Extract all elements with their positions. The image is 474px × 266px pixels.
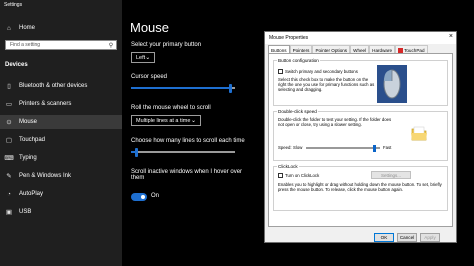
touchpad-icon: ▢ xyxy=(5,137,13,144)
nav-item-label: Typing xyxy=(19,155,37,161)
nav-item-label: AutoPlay xyxy=(19,191,44,197)
group-title: ClickLock xyxy=(277,164,299,169)
nav-home-label: Home xyxy=(19,25,36,31)
button-config-description: Select this check box to make the button… xyxy=(278,77,375,93)
group-title: Double-click speed xyxy=(277,109,318,114)
nav-item-mouse[interactable]: ⊙ Mouse xyxy=(0,115,122,129)
nav-item-printers[interactable]: ▭ Printers & scanners xyxy=(0,97,122,111)
cursor-speed-thumb[interactable] xyxy=(229,83,232,93)
chevron-down-icon: ⌄ xyxy=(145,55,151,61)
nav-item-label: Printers & scanners xyxy=(19,101,72,107)
double-click-speed-thumb[interactable] xyxy=(373,144,376,152)
button-config-group: Button configuration Switch primary and … xyxy=(273,58,448,106)
scroll-inactive-state: On xyxy=(151,193,160,199)
close-icon[interactable]: × xyxy=(449,33,453,40)
mouse-illustration-icon xyxy=(377,65,407,103)
fast-label: Fast xyxy=(383,145,392,150)
pen-icon: ✎ xyxy=(6,173,12,180)
chevron-down-icon: ⌄ xyxy=(190,118,196,124)
scroll-inactive-label: Scroll inactive windows when I hover ove… xyxy=(131,169,243,181)
keyboard-icon: ⌨ xyxy=(4,155,14,162)
nav-item-label: Touchpad xyxy=(19,137,46,143)
double-click-group: Double-click speed Double-click the fold… xyxy=(273,109,448,161)
mouse-properties-dialog: Mouse Properties × Buttons Pointers Poin… xyxy=(264,31,457,243)
page-title: Mouse xyxy=(130,20,170,35)
double-click-speed-slider[interactable] xyxy=(306,144,380,152)
scroll-label: Roll the mouse wheel to scroll xyxy=(131,105,211,111)
double-click-description: Double-click the folder to test your set… xyxy=(278,117,392,128)
clicklock-checkbox-label: Turn on ClickLock xyxy=(285,172,320,178)
buttons-tab-panel: Button configuration Switch primary and … xyxy=(268,53,453,227)
usb-icon: ▣ xyxy=(5,209,13,216)
nav-item-touchpad[interactable]: ▢ Touchpad xyxy=(0,133,122,147)
toggle-knob xyxy=(141,195,145,199)
primary-button-dropdown[interactable]: Left ⌄ xyxy=(131,52,155,63)
slow-label: Slow xyxy=(293,145,303,150)
nav-item-label: Pen & Windows Ink xyxy=(19,173,72,179)
autoplay-icon: ◔ xyxy=(7,190,11,198)
nav-item-label: Mouse xyxy=(19,119,38,125)
speed-label: Speed: xyxy=(278,145,292,150)
group-title: Button configuration xyxy=(277,58,320,63)
home-icon: ⌂ xyxy=(7,24,11,32)
apply-button[interactable]: Apply xyxy=(420,233,440,242)
cursor-speed-label: Cursor speed xyxy=(131,74,168,80)
settings-nav-pane: Settings ⌂ Home Find a setting ⚲ Devices… xyxy=(0,0,122,266)
nav-item-autoplay[interactable]: ◔ AutoPlay xyxy=(0,187,122,201)
scroll-mode-dropdown[interactable]: Multiple lines at a time ⌄ xyxy=(131,115,201,126)
lines-to-scroll-thumb[interactable] xyxy=(135,147,138,157)
printer-icon: ▭ xyxy=(5,101,13,108)
nav-home[interactable]: ⌂ Home xyxy=(0,21,122,35)
nav-item-label: USB xyxy=(19,209,32,215)
bluetooth-icon: ▯ xyxy=(7,83,11,90)
lines-to-scroll-label: Choose how many lines to scroll each tim… xyxy=(131,138,245,144)
scroll-inactive-toggle[interactable] xyxy=(131,193,147,201)
section-title: Devices xyxy=(5,62,28,68)
find-setting-search[interactable]: Find a setting ⚲ xyxy=(5,40,117,50)
clicklock-settings-button[interactable]: Settings... xyxy=(371,171,411,179)
switch-buttons-checkbox[interactable] xyxy=(278,69,283,74)
switch-buttons-label: Switch primary and secondary buttons xyxy=(285,68,358,74)
cursor-speed-fill xyxy=(131,87,230,89)
tab-touchpad-label: TouchPad xyxy=(404,47,425,53)
touchpad-brand-icon xyxy=(398,47,404,53)
dialog-titlebar: Mouse Properties × xyxy=(265,32,456,44)
nav-item-usb[interactable]: ▣ USB xyxy=(0,205,122,219)
nav-item-label: Bluetooth & other devices xyxy=(19,83,88,89)
dialog-title: Mouse Properties xyxy=(269,35,309,41)
primary-button-label: Select your primary button xyxy=(131,42,202,48)
cursor-speed-slider[interactable] xyxy=(131,83,235,93)
scroll-mode-value: Multiple lines at a time xyxy=(136,117,191,124)
ok-button[interactable]: OK xyxy=(374,233,394,242)
lines-to-scroll-slider[interactable] xyxy=(131,147,235,157)
search-placeholder: Find a setting xyxy=(10,42,41,48)
window-title: Settings xyxy=(4,2,23,8)
nav-item-pen[interactable]: ✎ Pen & Windows Ink xyxy=(0,169,122,183)
nav-item-bluetooth[interactable]: ▯ Bluetooth & other devices xyxy=(0,79,122,93)
clicklock-group: ClickLock Turn on ClickLock Settings... … xyxy=(273,164,448,211)
clicklock-description: Enables you to highlight or drag without… xyxy=(278,182,442,193)
clicklock-checkbox[interactable] xyxy=(278,173,283,178)
mouse-icon: ⊙ xyxy=(6,119,12,126)
primary-button-value: Left xyxy=(136,54,146,61)
nav-item-typing[interactable]: ⌨ Typing xyxy=(0,151,122,165)
search-icon: ⚲ xyxy=(108,42,114,49)
folder-test-icon[interactable] xyxy=(410,124,428,142)
cancel-button[interactable]: Cancel xyxy=(397,233,417,242)
